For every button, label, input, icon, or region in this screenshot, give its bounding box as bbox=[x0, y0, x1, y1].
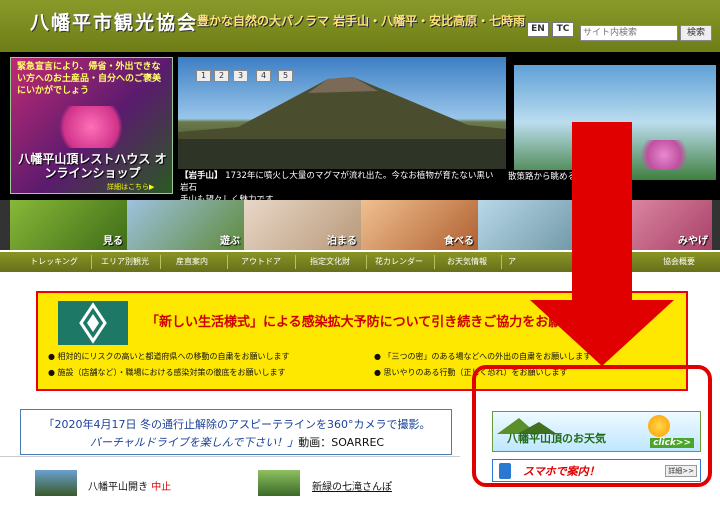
slide-caption: 【岩手山】 1732年に噴火し大量のマグマが流れ出た。今なお植物が育たない黒い岩… bbox=[178, 169, 503, 205]
video-credit: 動画：SOARREC bbox=[298, 436, 385, 449]
caption-title: 【岩手山】 bbox=[180, 171, 223, 181]
caption-text: 1732年に噴火し大量のマグマが流れ出た。今なお植物が育たない黒い岩石 bbox=[180, 171, 494, 193]
nav-separator bbox=[227, 255, 228, 269]
slide-page-5[interactable]: 5 bbox=[278, 70, 293, 82]
annotation-arrow-head bbox=[530, 300, 674, 366]
nav-trekking[interactable]: トレッキング bbox=[20, 252, 88, 272]
category-label: 見る bbox=[103, 236, 123, 247]
category-label: 泊まる bbox=[327, 236, 357, 247]
nav-separator bbox=[91, 255, 92, 269]
lang-en-button[interactable]: EN bbox=[527, 22, 549, 37]
category-play[interactable]: 遊ぶ bbox=[127, 200, 244, 250]
news-item[interactable]: 八幡平山開き 中止 bbox=[88, 478, 171, 493]
site-tagline: 豊かな自然の大パノラマ 岩手山・八幡平・安比高原・七時雨 bbox=[197, 14, 526, 28]
news-thumb[interactable] bbox=[35, 470, 77, 496]
emblem-icon bbox=[79, 302, 107, 344]
azalea-image bbox=[51, 106, 131, 148]
search-button[interactable]: 検索 bbox=[680, 25, 712, 41]
category-label: みやげ bbox=[678, 236, 708, 247]
nav-separator bbox=[295, 255, 296, 269]
flower-image bbox=[634, 140, 694, 170]
lang-tc-button[interactable]: TC bbox=[552, 22, 574, 37]
slide-page-1[interactable]: 1 bbox=[196, 70, 211, 82]
promo-title: 八幡平山頂レストハウス オンラインショップ bbox=[18, 152, 167, 180]
category-label: 遊ぶ bbox=[220, 236, 240, 247]
nav-separator bbox=[160, 255, 161, 269]
category-stay[interactable]: 泊まる bbox=[244, 200, 361, 250]
nav-about[interactable]: 協会概要 bbox=[648, 252, 710, 272]
banner-bullet: ● 相対的にリスクの高いと都道府県への移動の自粛をお願いします bbox=[48, 352, 290, 361]
slide-page-2[interactable]: 2 bbox=[214, 70, 229, 82]
nav-area[interactable]: エリア別観光 bbox=[94, 252, 156, 272]
video-line-1: 「2020年4月17日 冬の通行止解除のアスピーテラインを360°カメラで撮影。 bbox=[43, 418, 431, 431]
promo-detail-link[interactable]: 詳細はこちら▶ bbox=[107, 182, 154, 192]
video-line-2: バーチャルドライブを楽しんで下さい！」動画：SOARREC bbox=[89, 436, 385, 449]
nav-flower-calendar[interactable]: 花カレンダー bbox=[367, 252, 431, 272]
annotation-highlight-box bbox=[472, 365, 712, 487]
nav-farm-direct[interactable]: 産直案内 bbox=[162, 252, 222, 272]
annotation-arrow-stem bbox=[572, 122, 632, 302]
promo-banner[interactable]: 緊急宣言により、帰省・外出できない方へのお土産品・自分へのご褒美にいかがでしょう… bbox=[10, 57, 173, 194]
search-input[interactable] bbox=[580, 25, 678, 41]
nav-cultural-assets[interactable]: 指定文化財 bbox=[297, 252, 363, 272]
site-title[interactable]: 八幡平市観光協会 bbox=[30, 8, 198, 35]
news-status: 中止 bbox=[151, 482, 172, 493]
video-link-box[interactable]: 「2020年4月17日 冬の通行止解除のアスピーテラインを360°カメラで撮影。… bbox=[20, 409, 452, 455]
slide-page-4[interactable]: 4 bbox=[256, 70, 271, 82]
logo-emblem bbox=[58, 301, 128, 345]
slide-page-3[interactable]: 3 bbox=[233, 70, 248, 82]
promo-text: 緊急宣言により、帰省・外出できない方へのお土産品・自分へのご褒美にいかがでしょう bbox=[17, 62, 162, 96]
nav-separator bbox=[501, 255, 502, 269]
category-label: 食べる bbox=[444, 236, 474, 247]
nav-access[interactable]: ア bbox=[508, 252, 538, 272]
news-item[interactable]: 新緑の七滝さんぽ bbox=[312, 478, 392, 493]
news-thumb[interactable] bbox=[258, 470, 300, 496]
news-separator bbox=[0, 456, 460, 457]
category-see[interactable]: 見る bbox=[10, 200, 127, 250]
nav-outdoor[interactable]: アウトドア bbox=[230, 252, 292, 272]
nav-weather[interactable]: お天気情報 bbox=[436, 252, 498, 272]
banner-bullet: ● 施設（店舗など）・職場における感染対策の徹底をお願いします bbox=[48, 368, 286, 377]
nav-separator bbox=[434, 255, 435, 269]
category-eat[interactable]: 食べる bbox=[361, 200, 478, 250]
